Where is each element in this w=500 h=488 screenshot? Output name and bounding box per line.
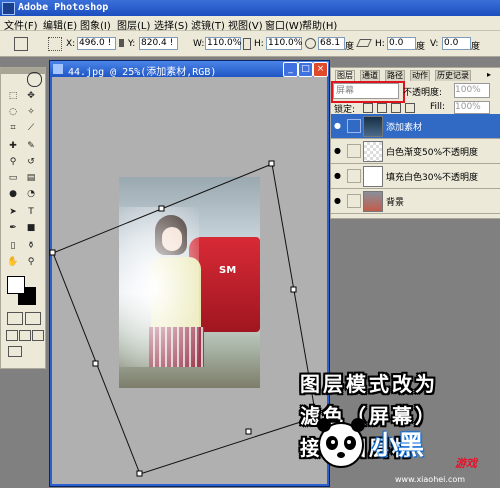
transform-handle-top-left <box>49 249 56 256</box>
caption-line-1: 图层模式改为 <box>300 372 438 396</box>
link-box[interactable] <box>347 169 361 183</box>
transform-handle-top-right <box>268 160 275 167</box>
link-box[interactable] <box>347 194 361 208</box>
lock-pixels-icon[interactable] <box>377 103 387 113</box>
lock-all-icon[interactable] <box>405 103 415 113</box>
layer-name: 填充白色30%不透明度 <box>386 173 479 183</box>
blend-mode-select[interactable]: 屏幕 <box>333 83 399 99</box>
layer-thumbnail <box>363 191 383 212</box>
watermark-url: www.xiaohei.com <box>395 475 466 484</box>
layer-list: ● 添加素材 ● 白色渐变50%不透明度 ● 填充白色30%不透明度 ● 背景 <box>331 114 500 214</box>
visibility-eye-icon[interactable]: ● <box>334 196 344 205</box>
panda-mascot-icon <box>317 418 365 468</box>
panel-menu-icon[interactable]: ▸ <box>487 70 491 79</box>
visibility-eye-icon[interactable]: ● <box>334 146 344 155</box>
tab-paths[interactable]: 路径 <box>385 70 405 81</box>
transform-handle-left-middle <box>92 360 99 367</box>
watermark-brand: 小黑 <box>372 431 425 461</box>
link-box[interactable] <box>347 144 361 158</box>
transform-handle-bottom-left <box>136 470 143 477</box>
visibility-eye-icon[interactable]: ● <box>334 121 344 130</box>
watermark-sub: 游戏 <box>455 457 477 470</box>
layer-name: 添加素材 <box>386 123 423 133</box>
layer-row[interactable]: ● 白色渐变50%不透明度 <box>331 139 500 164</box>
layer-thumbnail <box>363 166 383 187</box>
layer-name: 背景 <box>386 198 405 208</box>
layer-name: 白色渐变50%不透明度 <box>386 148 479 158</box>
lock-position-icon[interactable] <box>391 103 401 113</box>
opacity-field[interactable]: 100% <box>454 83 490 98</box>
transform-handle-bottom-middle <box>245 428 252 435</box>
brush-link-icon[interactable] <box>347 119 361 133</box>
transform-handle-top-middle <box>158 205 165 212</box>
transform-handle-right-middle <box>290 286 297 293</box>
lock-row: 锁定: Fill: 100% <box>331 100 500 115</box>
tab-channels[interactable]: 通道 <box>360 70 380 81</box>
tab-layers[interactable]: 图层 <box>335 70 355 81</box>
layer-thumbnail <box>363 141 383 162</box>
opacity-label: 不透明度: <box>403 88 443 98</box>
visibility-eye-icon[interactable]: ● <box>334 171 344 180</box>
layer-row[interactable]: ● 填充白色30%不透明度 <box>331 164 500 189</box>
layer-thumbnail <box>363 116 383 137</box>
tab-actions[interactable]: 动作 <box>410 70 430 81</box>
tab-history[interactable]: 历史记录 <box>435 70 471 81</box>
layers-panel: 图层 通道 路径 动作 历史记录 ▸ 屏幕 不透明度: 100% 锁定: Fil… <box>330 67 500 219</box>
fill-label: Fill: <box>430 102 446 112</box>
lock-transparent-icon[interactable] <box>363 103 373 113</box>
layer-row[interactable]: ● 添加素材 <box>331 114 500 139</box>
layer-row[interactable]: ● 背景 <box>331 189 500 214</box>
panel-tabs: 图层 通道 路径 动作 历史记录 ▸ <box>331 68 500 81</box>
fill-field[interactable]: 100% <box>454 101 490 114</box>
